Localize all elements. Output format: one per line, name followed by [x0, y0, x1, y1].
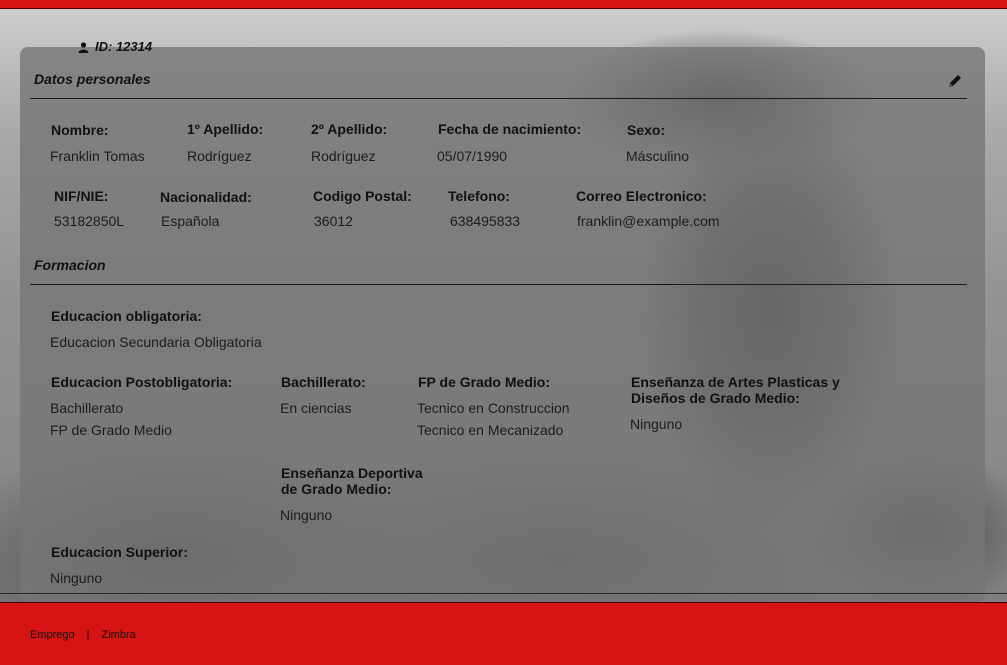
divider	[30, 98, 967, 99]
value-fp-grado-medio-1: Tecnico en Construccion	[417, 400, 570, 416]
label-ensenanza-deportiva-line2: de Grado Medio:	[281, 481, 392, 497]
person-icon	[78, 42, 89, 53]
divider	[0, 593, 1007, 594]
value-educacion-superior: Ninguno	[50, 570, 103, 586]
value-apellido1: Rodríguez	[187, 148, 252, 164]
label-educacion-obligatoria: Educacion obligatoria:	[51, 308, 202, 324]
label-artes-plasticas-line2: Diseños de Grado Medio:	[631, 390, 800, 406]
label-sexo: Sexo:	[627, 122, 666, 138]
footer-links: Emprego | Zimbra	[30, 629, 136, 641]
label-fp-grado-medio: FP de Grado Medio:	[418, 374, 550, 390]
footer-separator: |	[86, 629, 90, 641]
section-title-formacion: Formacion	[34, 257, 106, 273]
label-apellido1: 1º Apellido:	[187, 121, 264, 137]
value-postobligatoria-1: Bachillerato	[50, 400, 124, 416]
label-educacion-postobligatoria: Educacion Postobligatoria:	[51, 374, 233, 390]
value-nif: 53182850L	[54, 213, 125, 229]
value-fp-grado-medio-2: Tecnico en Mecanizado	[417, 422, 564, 438]
label-telefono: Telefono:	[448, 188, 510, 204]
label-apellido2: 2º Apellido:	[311, 121, 388, 137]
value-apellido2: Rodríguez	[311, 148, 376, 164]
value-codigo-postal: 36012	[314, 213, 353, 229]
value-fecha-nacimiento: 05/07/1990	[437, 148, 508, 164]
label-fecha-nacimiento: Fecha de nacimiento:	[438, 121, 582, 137]
value-sexo: Másculino	[626, 148, 690, 164]
value-telefono: 638495833	[450, 213, 521, 229]
label-codigo-postal: Codigo Postal:	[313, 188, 412, 204]
value-nacionalidad: Española	[161, 213, 220, 229]
value-artes-plasticas: Ninguno	[630, 416, 683, 432]
section-title-personal: Datos personales	[34, 71, 151, 87]
label-bachillerato: Bachillerato:	[281, 374, 366, 390]
label-nacionalidad: Nacionalidad:	[160, 189, 252, 205]
label-ensenanza-deportiva-line1: Enseñanza Deportiva	[281, 465, 423, 481]
label-nif: NIF/NIE:	[54, 188, 109, 204]
footer-link-zimbra[interactable]: Zimbra	[102, 629, 136, 641]
value-correo: franklin@example.com	[577, 213, 720, 229]
footer: Emprego | Zimbra	[0, 602, 1007, 665]
label-educacion-superior: Educacion Superior:	[51, 544, 188, 560]
value-educacion-obligatoria: Educacion Secundaria Obligatoria	[50, 334, 262, 350]
value-postobligatoria-2: FP de Grado Medio	[50, 422, 172, 438]
footer-link-emprego[interactable]: Emprego	[30, 629, 75, 641]
label-nombre: Nombre:	[51, 122, 109, 138]
value-nombre: Franklin Tomas	[50, 148, 145, 164]
value-ensenanza-deportiva: Ninguno	[280, 507, 333, 523]
divider	[30, 284, 967, 285]
top-bar	[0, 0, 1007, 9]
label-artes-plasticas-line1: Enseñanza de Artes Plasticas y	[631, 374, 840, 390]
profile-id: ID: 12314	[78, 39, 152, 54]
profile-id-text: ID: 12314	[95, 39, 153, 54]
pencil-icon[interactable]	[947, 73, 963, 89]
label-correo: Correo Electronico:	[576, 188, 707, 204]
value-bachillerato: En ciencias	[280, 400, 352, 416]
